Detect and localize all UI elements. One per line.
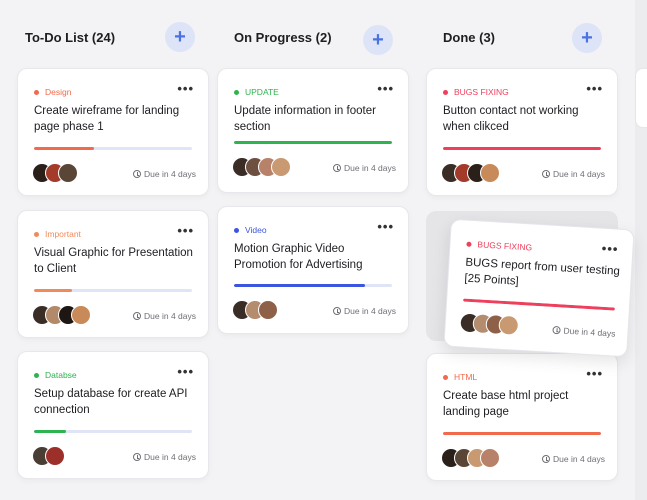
avatar-group: [232, 300, 278, 320]
more-options-icon[interactable]: •••: [177, 223, 194, 238]
task-card[interactable]: HTML ••• Create base html project landin…: [426, 353, 618, 481]
clock-icon: [542, 170, 551, 178]
dragging-task-card[interactable]: BUGS FIXING ••• BUGS report from user te…: [443, 218, 635, 358]
tag-dot-icon: [443, 374, 448, 380]
progress-bar: [463, 298, 615, 311]
task-card[interactable]: Video ••• Motion Graphic Video Promotion…: [217, 206, 409, 334]
progress-bar: [34, 289, 192, 292]
avatar-group: [32, 305, 91, 325]
avatar-group: [232, 157, 291, 177]
card-title: Create base html project landing page: [443, 390, 569, 418]
avatar-group: [32, 163, 78, 183]
due-date: Due in 4 days: [133, 452, 196, 462]
more-options-icon[interactable]: •••: [586, 366, 603, 381]
avatar[interactable]: [480, 448, 500, 468]
clock-icon: [133, 453, 142, 461]
column-title: On Progress (2): [234, 30, 332, 45]
due-date: Due in 4 days: [133, 169, 196, 179]
more-options-icon[interactable]: •••: [377, 219, 394, 234]
card-title: Update information in footer section: [234, 105, 376, 133]
tag-label: Databse: [34, 370, 77, 380]
avatar[interactable]: [45, 446, 65, 466]
tag-label: Design: [34, 87, 71, 97]
progress-fill: [34, 147, 95, 150]
tag-dot-icon: [34, 231, 39, 237]
task-card[interactable]: Design ••• Create wireframe for landing …: [17, 68, 209, 196]
progress-fill: [443, 147, 601, 150]
tag-label: BUGS FIXING: [466, 239, 532, 253]
avatar[interactable]: [498, 314, 520, 336]
avatar-group: [441, 448, 500, 468]
tag-dot-icon: [234, 89, 239, 95]
tag-label: BUGS FIXING: [443, 87, 509, 97]
avatar[interactable]: [480, 163, 500, 183]
card-title: Button contact not working when clikced: [443, 105, 579, 133]
tag-dot-icon: [443, 89, 448, 95]
more-options-icon[interactable]: •••: [586, 81, 603, 96]
avatar[interactable]: [71, 305, 91, 325]
due-date: Due in 4 days: [133, 311, 196, 321]
plus-icon[interactable]: +: [165, 22, 195, 52]
column-header: On Progress (2) +: [217, 0, 409, 76]
due-date: Due in 4 days: [333, 163, 396, 173]
progress-bar: [34, 430, 192, 433]
due-date: Due in 4 days: [552, 325, 616, 339]
plus-icon[interactable]: +: [363, 25, 393, 55]
tag-dot-icon: [234, 227, 239, 233]
more-options-icon[interactable]: •••: [601, 241, 619, 257]
avatar-group: [459, 312, 520, 336]
more-options-icon[interactable]: •••: [177, 81, 194, 96]
progress-bar: [34, 147, 192, 150]
more-options-icon[interactable]: •••: [177, 364, 194, 379]
progress-bar: [234, 284, 392, 287]
due-date: Due in 4 days: [333, 306, 396, 316]
avatar[interactable]: [258, 300, 278, 320]
task-card[interactable]: Important ••• Visual Graphic for Present…: [17, 210, 209, 338]
task-card[interactable]: Databse ••• Setup database for create AP…: [17, 351, 209, 479]
due-date: Due in 4 days: [542, 169, 605, 179]
next-column-card-edge[interactable]: [635, 68, 647, 128]
task-card[interactable]: BUGS FIXING ••• Button contact not worki…: [426, 68, 618, 196]
clock-icon: [542, 455, 551, 463]
progress-fill: [234, 141, 392, 144]
card-title: BUGS report from user testing [25 Points…: [464, 256, 621, 288]
avatar[interactable]: [271, 157, 291, 177]
card-title: Motion Graphic Video Promotion for Adver…: [234, 243, 363, 271]
column-header: To-Do List (24) +: [17, 0, 209, 76]
avatar-group: [441, 163, 500, 183]
avatar[interactable]: [58, 163, 78, 183]
more-options-icon[interactable]: •••: [377, 81, 394, 96]
clock-icon: [333, 164, 342, 172]
clock-icon: [552, 325, 561, 335]
column-title: Done (3): [443, 30, 495, 45]
due-date: Due in 4 days: [542, 454, 605, 464]
progress-fill: [34, 289, 72, 292]
tag-dot-icon: [34, 372, 39, 378]
progress-fill: [34, 430, 66, 433]
progress-bar: [443, 147, 601, 150]
tag-dot-icon: [466, 241, 472, 247]
clock-icon: [133, 312, 142, 320]
card-title: Create wireframe for landing page phase …: [34, 105, 180, 133]
clock-icon: [333, 307, 342, 315]
column-title: To-Do List (24): [25, 30, 116, 45]
plus-icon[interactable]: +: [572, 23, 602, 53]
progress-bar: [443, 432, 601, 435]
task-card[interactable]: UPDATE ••• Update information in footer …: [217, 68, 409, 193]
progress-fill: [443, 432, 601, 435]
avatar-group: [32, 446, 65, 466]
card-title: Visual Graphic for Presentation to Clien…: [34, 247, 193, 275]
progress-fill: [463, 298, 615, 311]
progress-fill: [234, 284, 366, 287]
clock-icon: [133, 170, 142, 178]
tag-label: Video: [234, 225, 267, 235]
tag-label: Important: [34, 229, 81, 239]
tag-label: UPDATE: [234, 87, 279, 97]
progress-bar: [234, 141, 392, 144]
card-title: Setup database for create API connection: [34, 388, 188, 416]
tag-label: HTML: [443, 372, 477, 382]
tag-dot-icon: [34, 89, 39, 95]
column-header: Done (3) +: [426, 0, 618, 76]
